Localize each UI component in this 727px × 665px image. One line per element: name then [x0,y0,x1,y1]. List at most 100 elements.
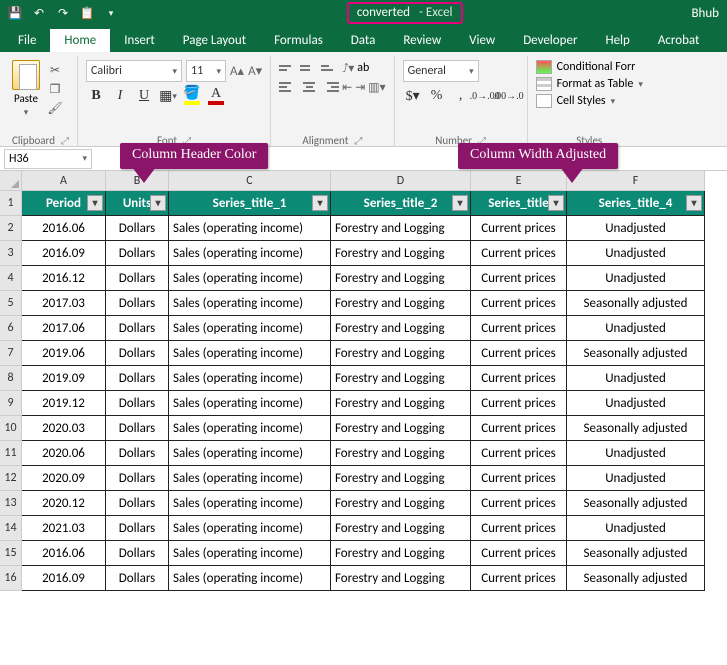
increase-font-icon[interactable]: A▴ [230,64,244,79]
cell[interactable]: Current prices [471,541,567,566]
cell[interactable]: Dollars [106,341,169,366]
font-name-select[interactable]: Calibri▾ [86,60,182,82]
cell[interactable]: Dollars [106,441,169,466]
clipboard-launcher-icon[interactable]: ⤢ [61,134,69,147]
format-as-table-button[interactable]: Format as Table▾ [536,77,643,91]
tab-insert[interactable]: Insert [110,29,169,52]
qat-more-icon[interactable]: ▾ [104,6,118,20]
percent-format-icon[interactable]: % [427,86,447,106]
cell[interactable]: Dollars [106,516,169,541]
cell[interactable]: Sales (operating income) [169,491,331,516]
number-format-select[interactable]: General▾ [403,60,479,82]
tab-developer[interactable]: Developer [509,29,591,52]
cell[interactable]: Unadjusted [567,441,705,466]
cell[interactable]: Forestry and Logging [331,341,471,366]
table-header-cell[interactable]: Units [106,191,169,216]
filter-dropdown-icon[interactable] [686,195,702,211]
format-painter-icon[interactable]: 🖌 [46,100,64,116]
cell[interactable]: Seasonally adjusted [567,341,705,366]
undo-icon[interactable]: ↶ [32,6,46,20]
cell[interactable]: Seasonally adjusted [567,491,705,516]
wrap-text-button[interactable]: ab [357,61,369,75]
column-head-F[interactable]: F [567,171,705,191]
cell[interactable]: Forestry and Logging [331,366,471,391]
column-head-E[interactable]: E [471,171,567,191]
cell[interactable]: Sales (operating income) [169,316,331,341]
paste-button[interactable]: Paste ▾ [12,60,40,118]
cell[interactable]: Dollars [106,366,169,391]
tab-acrobat[interactable]: Acrobat [644,29,714,52]
tab-page-layout[interactable]: Page Layout [169,29,260,52]
tab-home[interactable]: Home [50,29,110,52]
tab-review[interactable]: Review [389,29,455,52]
cell[interactable]: Current prices [471,241,567,266]
cell[interactable]: Sales (operating income) [169,291,331,316]
cell[interactable]: 2019.12 [22,391,106,416]
cell[interactable]: Forestry and Logging [331,491,471,516]
copy-icon[interactable]: ❐ [46,81,64,97]
align-right-icon[interactable] [321,79,339,95]
tab-view[interactable]: View [455,29,509,52]
cell[interactable]: 2016.09 [22,241,106,266]
fill-color-button[interactable]: 🪣 [182,86,202,106]
cell[interactable]: Current prices [471,216,567,241]
row-head[interactable]: 10 [0,416,22,441]
cell[interactable]: Sales (operating income) [169,366,331,391]
cell[interactable]: Seasonally adjusted [567,416,705,441]
row-head[interactable]: 9 [0,391,22,416]
align-left-icon[interactable] [279,79,297,95]
row-head[interactable]: 16 [0,566,22,591]
cell[interactable]: Dollars [106,566,169,591]
cell[interactable]: Dollars [106,216,169,241]
cell[interactable]: Unadjusted [567,391,705,416]
align-top-icon[interactable] [279,60,297,76]
filter-dropdown-icon[interactable] [150,195,166,211]
align-bottom-icon[interactable] [321,60,339,76]
cell[interactable]: Sales (operating income) [169,266,331,291]
cell[interactable]: Forestry and Logging [331,566,471,591]
cell[interactable]: Current prices [471,466,567,491]
increase-decimal-icon[interactable]: .0→.00 [475,86,495,106]
cell[interactable]: Dollars [106,416,169,441]
cell[interactable]: Forestry and Logging [331,216,471,241]
cell-styles-button[interactable]: Cell Styles▾ [536,94,643,108]
conditional-formatting-button[interactable]: Conditional Forr [536,60,643,74]
cell[interactable]: Unadjusted [567,241,705,266]
cell[interactable]: 2017.06 [22,316,106,341]
filter-dropdown-icon[interactable] [452,195,468,211]
redo-icon[interactable]: ↷ [56,6,70,20]
cell[interactable]: Sales (operating income) [169,541,331,566]
paste-dropdown-icon[interactable]: ▾ [24,107,29,118]
merge-button[interactable]: ▥▾ [368,80,385,95]
cell[interactable]: Sales (operating income) [169,441,331,466]
comma-format-icon[interactable]: , [451,86,471,106]
cell[interactable]: 2021.03 [22,516,106,541]
table-header-cell[interactable]: Period [22,191,106,216]
row-head[interactable]: 15 [0,541,22,566]
column-head-A[interactable]: A [22,171,106,191]
cell[interactable]: Sales (operating income) [169,416,331,441]
cell[interactable]: Dollars [106,466,169,491]
account-name[interactable]: Bhub [691,6,719,21]
cell[interactable]: Dollars [106,541,169,566]
accounting-format-icon[interactable]: $▾ [403,86,423,106]
cell[interactable]: Forestry and Logging [331,291,471,316]
cell[interactable]: Current prices [471,391,567,416]
cell[interactable]: Forestry and Logging [331,416,471,441]
cell[interactable]: Seasonally adjusted [567,541,705,566]
cell[interactable]: Forestry and Logging [331,541,471,566]
decrease-decimal-icon[interactable]: .00→.0 [499,86,519,106]
tab-help[interactable]: Help [591,29,643,52]
bold-button[interactable]: B [86,86,106,106]
cell[interactable]: Current prices [471,416,567,441]
paste-qat-icon[interactable]: 📋 [80,6,94,20]
cell[interactable]: 2016.09 [22,566,106,591]
cell[interactable]: Current prices [471,266,567,291]
cell[interactable]: Forestry and Logging [331,466,471,491]
row-head[interactable]: 7 [0,341,22,366]
cell[interactable]: 2016.12 [22,266,106,291]
cell[interactable]: 2019.09 [22,366,106,391]
select-all-corner[interactable] [0,171,22,191]
cell[interactable]: Forestry and Logging [331,316,471,341]
cell[interactable]: 2016.06 [22,216,106,241]
